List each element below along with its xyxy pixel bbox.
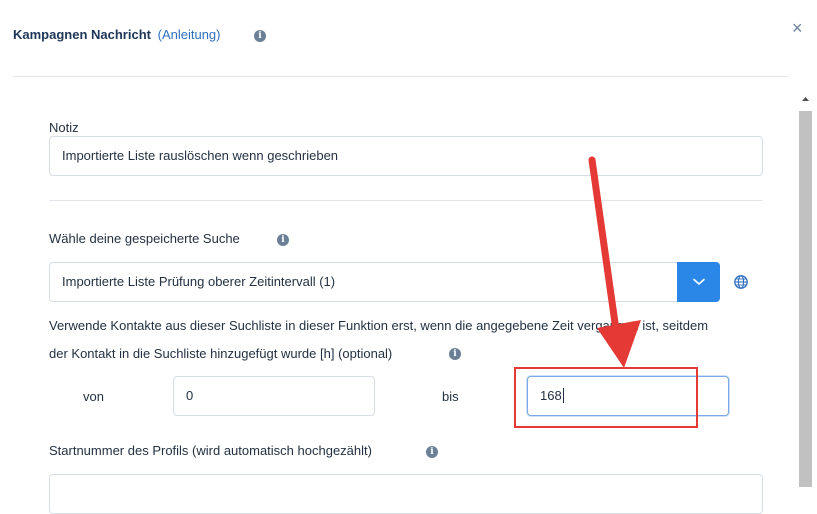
profile-start-info-icon[interactable]: i [426, 446, 438, 458]
saved-search-info-icon[interactable]: i [277, 234, 289, 246]
section-divider [49, 200, 763, 201]
header-divider [13, 76, 788, 77]
time-window-info-icon[interactable]: i [449, 348, 461, 360]
time-window-description-line1: Verwende Kontakte aus dieser Suchliste i… [49, 318, 709, 333]
modal-title: Kampagnen Nachricht (Anleitung) [13, 27, 220, 42]
saved-search-label: Wähle deine gespeicherte Suche [49, 231, 240, 246]
chevron-down-icon [692, 278, 705, 285]
notes-label: Notiz [49, 120, 79, 135]
globe-icon[interactable] [734, 275, 748, 289]
time-window-description-line2: der Kontakt in die Suchliste hinzugefügt… [49, 346, 393, 361]
saved-search-select[interactable]: Importierte Liste Prüfung oberer Zeitint… [49, 262, 679, 302]
modal-title-text: Kampagnen Nachricht [13, 27, 151, 42]
from-hours-input[interactable]: 0 [173, 376, 375, 416]
annotation-highlight-box [514, 367, 698, 428]
dropdown-toggle-button[interactable] [677, 262, 720, 302]
profile-start-label: Startnummer des Profils (wird automatisc… [49, 443, 372, 458]
info-icon[interactable]: i [254, 30, 266, 42]
profile-start-input[interactable] [49, 474, 763, 514]
from-label: von [83, 389, 104, 404]
scroll-up-arrow-icon[interactable] [799, 92, 812, 106]
guide-link[interactable]: (Anleitung) [158, 27, 221, 42]
close-icon[interactable]: × [792, 18, 803, 38]
scroll-thumb[interactable] [799, 111, 812, 487]
scrollbar[interactable] [799, 92, 812, 487]
notes-input[interactable]: Importierte Liste rauslöschen wenn gesch… [49, 136, 763, 176]
to-label: bis [442, 389, 459, 404]
campaign-message-modal: Kampagnen Nachricht (Anleitung) i × Noti… [0, 0, 817, 514]
